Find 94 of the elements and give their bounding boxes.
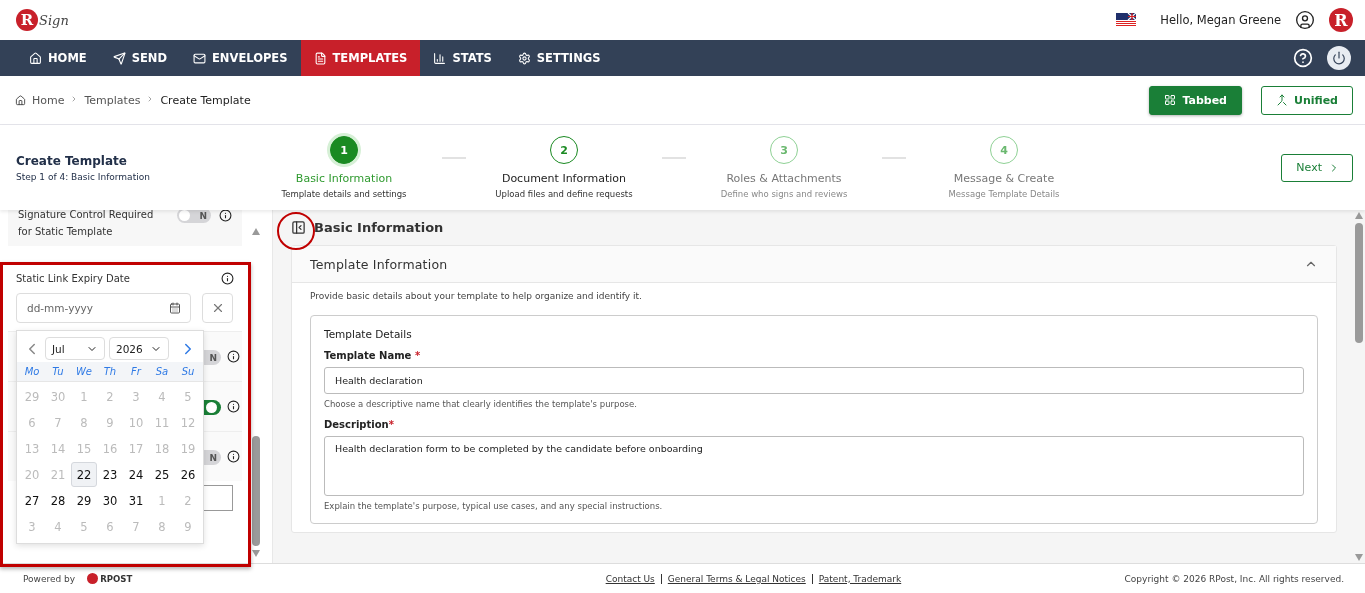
next-button[interactable]: Next [1281, 153, 1353, 182]
step-number[interactable]: 1 [330, 136, 358, 164]
settings-icon [517, 51, 531, 65]
weekday-label: Sa [154, 366, 170, 377]
nav-tab[interactable]: SEND [99, 40, 180, 76]
page-subtitle: Step 1 of 4: Basic Information [16, 171, 151, 182]
breadcrumb-link[interactable]: Create Template [160, 93, 251, 107]
nav-tab[interactable]: STATS [420, 40, 505, 76]
page-title: Create Template [16, 153, 128, 168]
power-icon [1332, 51, 1346, 65]
step-description: Message Template Details [948, 189, 1060, 199]
step-number[interactable]: 2 [550, 136, 578, 164]
step-description: Template details and settings [281, 189, 407, 199]
setting-label: Signature Control Required for Static Template [18, 210, 155, 239]
toggle-switch[interactable]: N [177, 210, 211, 223]
grid-icon [1164, 94, 1177, 106]
scrollbar-thumb[interactable] [252, 436, 260, 546]
field-label: Description* [324, 419, 395, 430]
card-title: Template Details [324, 328, 413, 340]
home-icon[interactable] [15, 94, 26, 106]
field-hint: Explain the template's purpose, typical use cases, and any special instructions. [324, 501, 664, 511]
month-select[interactable]: Jul [45, 337, 105, 360]
scrollbar-thumb[interactable] [1355, 223, 1363, 343]
paper-plane-icon [112, 51, 126, 65]
bar-chart-icon [433, 51, 447, 65]
weekday-label: Mo [23, 366, 41, 377]
scroll-up-arrow[interactable] [252, 228, 260, 235]
copyright-text: Copyright © 2026 RPost, Inc. All rights reserved. [1124, 573, 1344, 584]
panel-title: Template Information [310, 256, 448, 272]
calendar-day[interactable]: 26 [175, 462, 201, 487]
collapse-panel-icon[interactable] [291, 220, 306, 235]
step-description: Define who signs and reviews [720, 189, 848, 199]
step-title: Document Information [501, 172, 627, 185]
footer-link[interactable]: Patent, Trademark [818, 573, 902, 584]
weekday-label: Fr [130, 366, 143, 377]
panel-description: Provide basic details about your template to help organize and identify it. [310, 291, 643, 301]
scroll-down-arrow[interactable] [252, 550, 260, 557]
view-toggle-button[interactable]: Unified [1260, 85, 1353, 115]
nav-tab[interactable]: SETTINGS [504, 40, 614, 76]
info-icon[interactable] [227, 400, 240, 413]
calendar-day[interactable]: 22 [71, 462, 97, 487]
calendar-day[interactable]: 31 [123, 488, 149, 513]
rsign-logo[interactable]: R Sign [16, 9, 69, 31]
power-button[interactable] [1327, 46, 1351, 70]
weekday-label: Su [180, 366, 196, 377]
step-description: Upload files and define requests [495, 189, 633, 199]
section-title: Basic Information [314, 220, 444, 235]
calendar-day[interactable]: 28 [45, 488, 71, 513]
step-title: Message & Create [953, 172, 1055, 185]
rpost-logo: RPOST [87, 573, 133, 584]
calendar-day[interactable]: 24 [123, 462, 149, 487]
scroll-up-arrow[interactable] [1355, 212, 1363, 219]
info-icon[interactable] [219, 210, 232, 222]
merge-icon [1275, 94, 1288, 106]
step-title: Basic Information [295, 172, 393, 185]
field-label: Template Name * [324, 350, 422, 361]
year-select[interactable]: 2026 [109, 337, 169, 360]
nav-tab[interactable]: ENVELOPES [180, 40, 301, 76]
calendar-day[interactable]: 29 [71, 488, 97, 513]
field-hint: Choose a descriptive name that clearly identifies the template's purpose. [324, 399, 638, 409]
weekday-label: Th [102, 366, 118, 377]
view-toggle-button[interactable]: Tabbed [1149, 85, 1242, 115]
info-icon[interactable] [227, 450, 240, 463]
powered-by-text: Powered by [23, 573, 76, 584]
flag-icon[interactable] [1116, 13, 1137, 27]
calendar-day[interactable]: 23 [97, 462, 123, 487]
template-name-field[interactable]: Health declaration [324, 367, 1304, 394]
date-field[interactable]: dd-mm-yyyy [16, 293, 191, 323]
help-icon[interactable] [1293, 48, 1313, 68]
breadcrumb-link[interactable]: Home [32, 93, 65, 107]
weekday-label: Tu [51, 366, 65, 377]
calendar-day[interactable]: 25 [149, 462, 175, 487]
calendar-day[interactable]: 30 [97, 488, 123, 513]
calendar-icon[interactable] [169, 302, 181, 314]
calendar-day[interactable]: 27 [19, 488, 45, 513]
avatar[interactable]: R [1329, 8, 1353, 32]
footer-link[interactable]: Contact Us [605, 573, 655, 584]
user-greeting: Hello, Megan Greene [1160, 13, 1281, 27]
info-icon[interactable] [227, 350, 240, 363]
document-icon [313, 51, 327, 65]
footer-link[interactable]: General Terms & Legal Notices [667, 573, 806, 584]
scroll-down-arrow[interactable] [1355, 554, 1363, 561]
envelope-icon [193, 51, 206, 65]
nav-tab[interactable]: HOME [16, 40, 100, 76]
user-icon[interactable] [1295, 10, 1315, 30]
field-label: Static Link Expiry Date [16, 273, 130, 284]
breadcrumb-link[interactable]: Templates [84, 93, 141, 107]
step-title: Roles & Attachments [726, 172, 842, 185]
nav-tab[interactable]: TEMPLATES [300, 40, 421, 76]
home-icon [29, 51, 42, 65]
highlight-circle [277, 212, 315, 250]
weekday-label: We [74, 366, 93, 377]
info-icon[interactable] [221, 272, 234, 285]
description-field[interactable]: Health declaration form to be completed by the candidate before onboarding [324, 436, 1304, 496]
